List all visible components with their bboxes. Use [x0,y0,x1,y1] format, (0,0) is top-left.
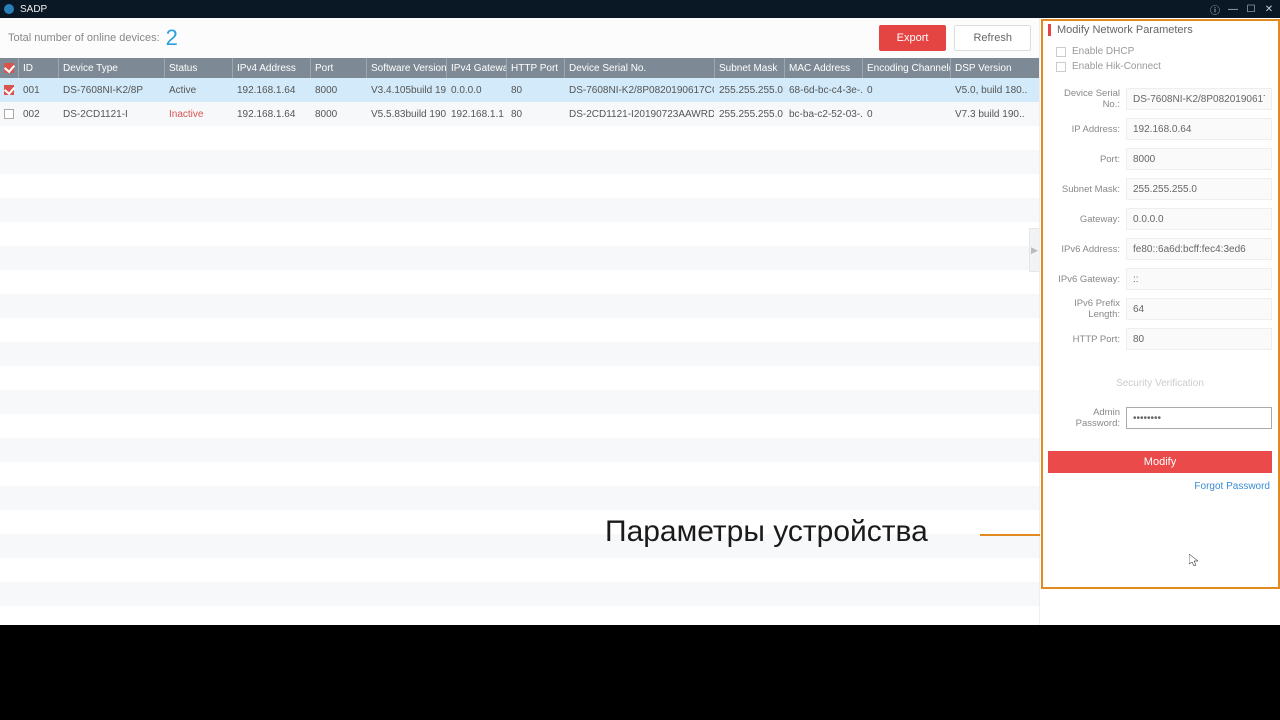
col-ip[interactable]: IPv4 Address [232,58,310,78]
cell-sw: V3.4.105build 19... [366,78,446,102]
row-checkbox[interactable] [4,109,14,119]
refresh-button[interactable]: Refresh [954,25,1031,51]
cell-type: DS-7608NI-K2/8P [58,78,164,102]
cell-ip: 192.168.1.64 [232,102,310,126]
modify-button[interactable]: Modify [1048,451,1272,473]
export-button[interactable]: Export [879,25,947,51]
cell-mask: 255.255.255.0 [714,78,784,102]
cell-dsp: V7.3 build 190.. [950,102,1030,126]
cell-dsp: V5.0, build 180.. [950,78,1030,102]
col-serial[interactable]: Device Serial No. [564,58,714,78]
col-http[interactable]: HTTP Port [506,58,564,78]
cell-id: 002 [18,102,58,126]
close-icon[interactable]: ✕ [1262,4,1276,15]
col-gw[interactable]: IPv4 Gateway [446,58,506,78]
cell-gw: 0.0.0.0 [446,78,506,102]
cell-status: Active [164,78,232,102]
cell-mac: 68-6d-bc-c4-3e-... [784,78,862,102]
table-header: ID Device Type Status IPv4 Address Port … [0,58,1039,78]
cell-serial: DS-7608NI-K2/8P0820190617CCRR... [564,78,714,102]
col-type[interactable]: Device Type [58,58,164,78]
row-checkbox[interactable] [4,85,14,95]
cell-serial: DS-2CD1121-I20190723AAWRD427... [564,102,714,126]
maximize-icon[interactable]: ☐ [1244,4,1258,15]
side-panel: Modify Network Parameters Enable DHCP En… [1040,18,1280,625]
titlebar: SADP ⓘ — ☐ ✕ [0,0,1280,18]
cell-http: 80 [506,102,564,126]
device-count-value: 2 [166,25,178,51]
help-icon[interactable]: ⓘ [1208,2,1222,17]
cell-port: 8000 [310,102,366,126]
cell-type: DS-2CD1121-I [58,102,164,126]
cell-port: 8000 [310,78,366,102]
table-row[interactable]: 001DS-7608NI-K2/8PActive192.168.1.648000… [0,78,1039,102]
col-port[interactable]: Port [310,58,366,78]
cell-http: 80 [506,78,564,102]
cell-enc: 0 [862,78,950,102]
col-status[interactable]: Status [164,58,232,78]
toolbar: Total number of online devices: 2 Export… [0,18,1039,58]
app-logo [4,4,14,14]
table-row[interactable]: 002DS-2CD1121-IInactive192.168.1.648000V… [0,102,1039,126]
cell-mask: 255.255.255.0 [714,102,784,126]
app-title: SADP [20,4,1204,15]
col-mac[interactable]: MAC Address [784,58,862,78]
device-count-label: Total number of online devices: [8,32,160,44]
cell-gw: 192.168.1.1 [446,102,506,126]
col-dsp[interactable]: DSP Version [950,58,1030,78]
minimize-icon[interactable]: — [1226,4,1240,15]
cell-id: 001 [18,78,58,102]
col-mask[interactable]: Subnet Mask [714,58,784,78]
cell-status: Inactive [164,102,232,126]
col-enc[interactable]: Encoding Channel(s) [862,58,950,78]
cell-sw: V5.5.83build 190... [366,102,446,126]
cell-ip: 192.168.1.64 [232,78,310,102]
annotation-highlight-box [1041,19,1280,589]
cursor-pointer-icon [1189,553,1199,571]
select-all-checkbox[interactable] [4,63,14,73]
table-body: 001DS-7608NI-K2/8PActive192.168.1.648000… [0,78,1039,625]
col-id[interactable]: ID [18,58,58,78]
col-sw[interactable]: Software Version [366,58,446,78]
cell-enc: 0 [862,102,950,126]
panel-expander-icon[interactable]: ▶ [1029,228,1039,272]
cell-mac: bc-ba-c2-52-03-... [784,102,862,126]
